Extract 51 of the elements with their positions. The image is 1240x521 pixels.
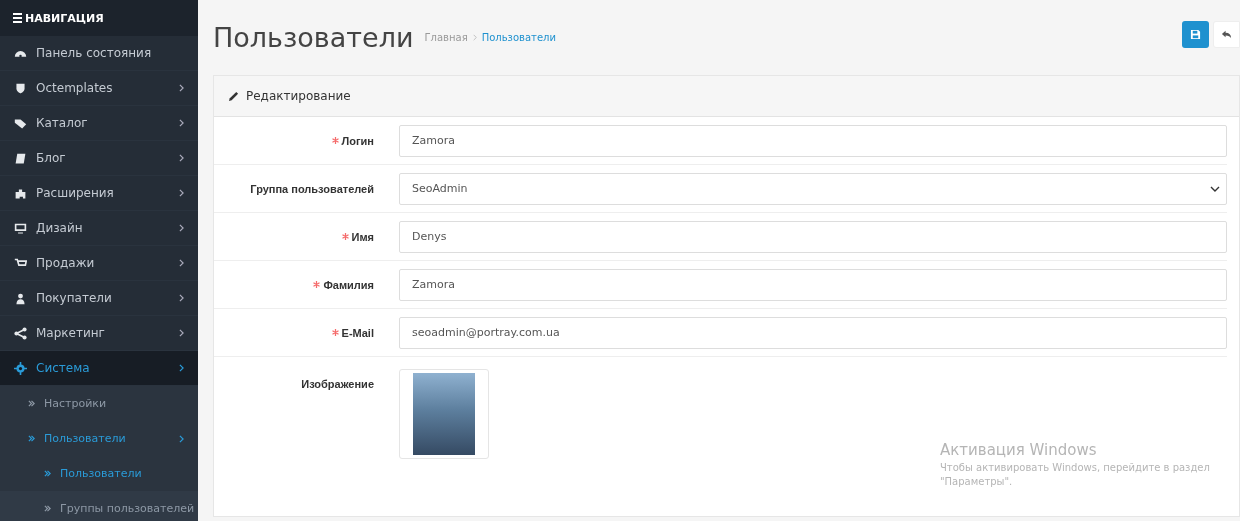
chevron-icon xyxy=(179,329,184,337)
activation-title: Активация Windows xyxy=(940,441,1098,459)
book-icon xyxy=(14,151,27,165)
sidebar-subitem[interactable]: Пользователи xyxy=(0,456,198,491)
select-field[interactable]: SeoAdmin xyxy=(399,172,1227,205)
user-icon xyxy=(14,291,27,305)
chevron-icon xyxy=(179,84,184,92)
chevron-icon xyxy=(179,294,184,302)
sidebar-subitem[interactable]: Пользователи xyxy=(0,421,198,456)
menu-icon[interactable] xyxy=(13,13,22,23)
caret-icon xyxy=(1210,185,1220,192)
double-chevron-icon xyxy=(28,435,35,442)
navigation-heading: НАВИГАЦИЯ xyxy=(25,11,104,25)
field-label: Группа пользователей xyxy=(250,182,374,195)
chevron-icon xyxy=(179,434,184,443)
chevron-icon xyxy=(179,224,184,232)
puzzle-icon xyxy=(14,186,27,200)
save-icon xyxy=(1190,29,1201,40)
pencil-icon xyxy=(228,90,239,102)
field-label: Логин xyxy=(341,134,374,147)
input-field[interactable]: Zamora xyxy=(399,268,1227,301)
double-chevron-icon xyxy=(44,470,51,477)
chevron-icon xyxy=(179,119,184,127)
field-label: E-Mail xyxy=(341,326,374,339)
tag-icon xyxy=(14,116,27,130)
page-title: Пользователи xyxy=(213,22,414,53)
gear-icon xyxy=(14,361,27,375)
sidebar-subitem[interactable]: Настройки xyxy=(0,386,198,421)
input-field[interactable]: Denys xyxy=(399,220,1227,253)
reply-arrow-icon xyxy=(1221,29,1232,40)
panel-title: Редактирование xyxy=(246,89,351,103)
sidebar-item[interactable]: Система xyxy=(0,351,198,386)
activation-text: Чтобы активировать Windows, перейдите в раздел "Параметры". xyxy=(940,461,1211,488)
field-label: Имя xyxy=(351,230,374,243)
double-chevron-icon xyxy=(44,505,51,512)
chevron-icon xyxy=(179,189,184,197)
breadcrumb-separator-icon xyxy=(472,34,477,41)
save-button[interactable] xyxy=(1182,21,1209,48)
input-field[interactable]: Zamora xyxy=(399,124,1227,157)
double-chevron-icon xyxy=(28,400,35,407)
share-icon xyxy=(14,326,27,340)
input-field[interactable]: seoadmin@portray.com.ua xyxy=(399,316,1227,349)
sidebar-subitem[interactable]: Группы пользователей xyxy=(0,491,198,521)
back-button[interactable] xyxy=(1213,21,1240,48)
chevron-icon xyxy=(179,259,184,267)
shield-icon xyxy=(14,81,27,95)
field-label: Фамилия xyxy=(323,278,374,291)
image-thumbnail[interactable] xyxy=(399,369,489,459)
chevron-icon xyxy=(179,154,184,162)
field-label: Изображение xyxy=(301,378,374,390)
chevron-icon xyxy=(179,364,184,372)
